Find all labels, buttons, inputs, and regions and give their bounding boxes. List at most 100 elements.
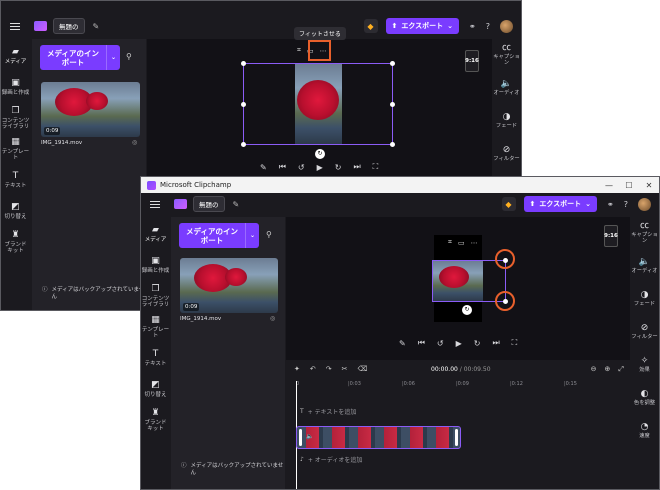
right-item-speed[interactable]: ◔ 速度 — [630, 415, 659, 448]
magic-icon[interactable]: ✎ — [93, 22, 100, 31]
nav-item-transitions[interactable]: ◩ 切り替え — [141, 374, 170, 405]
chevron-down-icon[interactable]: ⌄ — [106, 45, 120, 70]
chevron-down-icon[interactable]: ⌄ — [245, 223, 259, 248]
share-icon[interactable]: ⚭ — [607, 200, 614, 209]
nav-item-transitions[interactable]: ◩ 切り替え — [1, 196, 30, 227]
share-icon[interactable]: ⚭ — [469, 22, 476, 31]
premium-icon[interactable]: ◆ — [363, 19, 378, 33]
nav-item-record[interactable]: ▣ 録画と作成 — [1, 72, 30, 103]
nav-item-library[interactable]: ❐ コンテンツ ライブラリ — [141, 281, 170, 312]
text-track[interactable]: T + テキストを追加 — [300, 407, 356, 416]
zoom-in-icon[interactable]: ⊕ — [605, 365, 611, 374]
help-icon[interactable]: ? — [624, 200, 628, 209]
rotate-icon[interactable]: ↻ — [462, 305, 472, 315]
avatar[interactable] — [638, 197, 651, 211]
undo-icon[interactable]: ↶ — [310, 365, 316, 373]
right-item-filters[interactable]: ⊘ フィルター — [492, 138, 521, 171]
expand-icon[interactable]: ⤢ — [618, 365, 624, 374]
selection-box[interactable] — [432, 258, 508, 304]
resize-handle-bl[interactable] — [241, 142, 246, 147]
fullscreen-icon[interactable]: ⛶ — [373, 162, 379, 172]
resize-handle-br[interactable] — [390, 142, 395, 147]
nav-item-brand[interactable]: ♜ ブランド キット — [141, 405, 170, 436]
video-clip[interactable]: 🔈 — [296, 426, 461, 449]
split-icon[interactable]: ✂ — [342, 365, 348, 373]
nav-item-templates[interactable]: ▦ テンプレート — [1, 134, 30, 165]
rewind-icon[interactable]: ↺ — [298, 163, 305, 172]
nav-item-templates[interactable]: ▦ テンプレート — [141, 312, 170, 343]
delete-icon[interactable]: ⌫ — [358, 365, 368, 373]
right-item-filters[interactable]: ⊘ フィルター — [630, 316, 659, 349]
nav-item-media[interactable]: ▰ メディア — [1, 41, 30, 72]
forward-icon[interactable]: ↻ — [335, 163, 342, 172]
aspect-ratio-button[interactable]: 9:16 — [465, 50, 479, 72]
nav-item-text[interactable]: T テキスト — [141, 343, 170, 374]
resize-handle-tl[interactable] — [241, 61, 246, 66]
premium-icon[interactable]: ◆ — [501, 197, 516, 211]
right-item-audio[interactable]: 🔈 オーディオ — [492, 72, 521, 105]
close-button[interactable]: ✕ — [639, 181, 659, 190]
import-media-button[interactable]: メディアのインポート ⌄ — [40, 45, 120, 70]
help-icon[interactable]: ? — [486, 22, 490, 31]
transition-icon: ◩ — [11, 202, 20, 213]
resize-handle-tr[interactable] — [390, 61, 395, 66]
crop-icon[interactable]: ⌗ — [297, 46, 301, 55]
right-item-captions[interactable]: ㏄キャプション — [630, 217, 659, 250]
aspect-ratio-button[interactable]: 9:16 — [604, 225, 618, 247]
minimize-button[interactable]: — — [599, 181, 619, 190]
play-icon[interactable]: ▶ — [317, 163, 323, 172]
rewind-icon[interactable]: ↺ — [437, 339, 444, 348]
clip-handle-right[interactable] — [455, 429, 458, 446]
nav-item-text[interactable]: T テキスト — [1, 165, 30, 196]
right-label: フィルター — [493, 156, 520, 163]
skip-forward-icon[interactable]: ⏭ — [353, 162, 360, 172]
fullscreen-icon[interactable]: ⛶ — [512, 338, 518, 348]
avatar[interactable] — [500, 19, 513, 33]
skip-back-icon[interactable]: ⏮ — [279, 162, 286, 172]
magic-wand-icon[interactable]: ⚲ — [126, 52, 132, 61]
rotate-icon[interactable]: ↻ — [315, 149, 325, 159]
media-thumbnail[interactable]: 0:09 — [41, 82, 140, 137]
menu-icon[interactable] — [150, 200, 160, 208]
add-text-label: + テキストを追加 — [307, 409, 357, 416]
right-item-captions[interactable]: ㏄キャプション — [492, 39, 521, 72]
nav-item-library[interactable]: ❐ コンテンツ ライブラリ — [1, 103, 30, 134]
fit-icon[interactable]: ▭ — [458, 239, 465, 247]
more-icon[interactable]: ⋯ — [471, 239, 478, 247]
import-media-button[interactable]: メディアのインポート ⌄ — [179, 223, 259, 248]
resize-handle-ml[interactable] — [241, 102, 246, 107]
forward-icon[interactable]: ↻ — [474, 339, 481, 348]
project-name[interactable]: 無題の​ — [53, 18, 85, 34]
nav-item-media[interactable]: ▰ メディア — [141, 219, 170, 250]
play-icon[interactable]: ▶ — [456, 339, 462, 348]
nav-item-brand[interactable]: ♜ ブランド キット — [1, 227, 30, 258]
zoom-out-icon[interactable]: ⊖ — [591, 365, 597, 374]
right-item-audio[interactable]: 🔈 オーディオ — [630, 250, 659, 283]
skip-forward-icon[interactable]: ⏭ — [492, 338, 499, 348]
magic-wand-icon[interactable]: ⚲ — [266, 230, 272, 239]
right-item-effects[interactable]: ✧ 効果 — [630, 349, 659, 382]
magic-icon[interactable]: ✎ — [260, 163, 267, 172]
export-button[interactable]: ⬆ エクスポート ⌄ — [385, 18, 460, 34]
menu-icon[interactable] — [10, 22, 20, 30]
nav-item-record[interactable]: ▣ 録画と作成 — [141, 250, 170, 281]
magic-icon[interactable]: ✎ — [233, 200, 240, 209]
right-item-fade[interactable]: ◑ フェード — [492, 105, 521, 138]
audio-track[interactable]: ♪ + オーディオを追加 — [300, 455, 362, 464]
magic-icon[interactable]: ✎ — [399, 339, 406, 348]
export-button[interactable]: ⬆ エクスポート ⌄ — [523, 196, 598, 212]
redo-icon[interactable]: ↷ — [326, 365, 332, 373]
selection-box[interactable] — [241, 61, 395, 147]
magic-icon[interactable]: ✦ — [294, 365, 300, 373]
resize-handle-mr[interactable] — [390, 102, 395, 107]
clip-handle-left[interactable] — [299, 429, 302, 446]
right-item-fade[interactable]: ◑ フェード — [630, 283, 659, 316]
backup-notice: ⓘ メディアはバックアップされていません — [42, 287, 146, 301]
nav-label: メディア — [144, 236, 167, 243]
media-thumbnail[interactable]: 0:09 — [180, 258, 278, 313]
maximize-button[interactable]: ☐ — [619, 181, 639, 190]
right-item-color[interactable]: ◐ 色を調整 — [630, 382, 659, 415]
skip-back-icon[interactable]: ⏮ — [418, 338, 425, 348]
project-name[interactable]: 無題の​ — [193, 196, 225, 212]
crop-icon[interactable]: ⌗ — [448, 238, 452, 247]
